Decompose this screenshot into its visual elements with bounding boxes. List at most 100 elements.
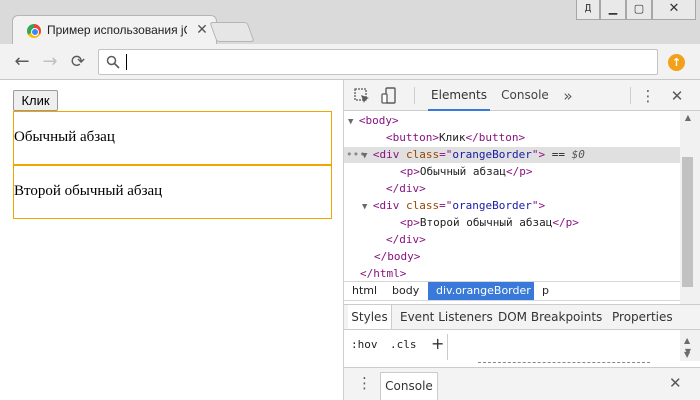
dom-tree: ▼ <body> <button>Клик</button> ••• ▼ <div c… [344,111,680,281]
tab-title: Пример использования jQuery [47,23,187,37]
minimize-button[interactable]: ▁ [600,0,626,20]
breadcrumb-html[interactable]: html [344,282,385,300]
close-drawer-icon[interactable]: ✕ [669,374,682,392]
maximize-button[interactable]: ▢ [626,0,652,20]
console-drawer: ⋮ Console ✕ [344,367,700,400]
dom-token: =" [439,199,453,212]
reload-icon[interactable]: ⟳ [66,50,90,74]
box-model-edge [478,362,650,363]
address-bar[interactable] [98,49,658,75]
filter-divider [447,334,448,360]
expand-triangle-icon[interactable]: ▼ [348,117,359,127]
device-toolbar-icon[interactable] [380,86,400,106]
dom-node-markup: ▼ <body> [348,113,399,130]
scroll-up-icon[interactable]: ▲ [684,336,690,345]
dom-token: Обычный абзац [419,165,506,178]
dom-tree-node[interactable]: <p>Обычный абзац</p> [344,164,680,180]
chrome-favicon-icon [27,24,41,38]
styles-tabbar: Styles Event Listeners DOM Breakpoints P… [344,304,700,330]
dom-token: Клик [438,131,466,144]
dom-token: <p> [400,216,420,229]
dom-node-markup: </html> [360,266,406,281]
dom-tree-node[interactable]: ▼ <div class="orangeBorder"> [344,198,680,214]
dom-token: class [405,199,440,212]
tab-properties[interactable]: Properties [612,305,673,329]
inspect-element-icon[interactable] [352,86,372,106]
paragraph-2: Второй обычный абзац [14,183,163,199]
page-viewport: Клик Обычный абзац Второй обычный абзац [0,80,344,400]
dom-node-markup: <p>Второй обычный абзац</p> [400,215,579,231]
dom-token: </div> [386,182,426,195]
dom-token: "> [531,199,546,212]
dom-tree-node[interactable]: </div> [344,232,680,248]
search-icon [106,55,120,69]
dom-token: <div [372,148,406,161]
scroll-down-icon[interactable]: ▼ [684,350,690,359]
dom-tree-node[interactable]: </div> [344,181,680,197]
tab-styles[interactable]: Styles [348,305,392,329]
dom-node-markup: <button>Клик</button> [386,130,525,146]
address-input[interactable] [125,53,645,71]
close-devtools-icon[interactable]: ✕ [667,86,687,106]
dom-token: </html> [360,267,407,280]
extension-update-icon[interactable]: ↑ [668,54,685,71]
toolbar-divider [630,87,631,104]
dom-node-markup: </body> [374,249,420,265]
dom-node-markup: </div> [386,232,426,248]
scroll-up-icon[interactable]: ▲ [683,113,693,122]
expand-triangle-icon[interactable]: ▼ [362,151,373,161]
dom-token: =" [439,148,453,161]
back-arrow-icon[interactable]: ← [10,50,34,74]
class-toggle[interactable]: .cls [390,338,417,351]
dom-tree-node[interactable]: <button>Клик</button> [344,130,680,146]
scrollbar-thumb[interactable] [682,157,693,287]
text-caret [126,54,127,70]
dom-token: <body> [358,114,399,127]
dom-token: </body> [374,250,421,263]
dom-node-markup: ▼ <div class="orangeBorder"> [362,198,545,215]
drawer-menu-icon[interactable]: ⋮ [357,374,372,392]
close-window-button[interactable]: ✕ [652,0,696,20]
dom-node-markup: <p>Обычный абзац</p> [400,164,532,180]
devtools-toolbar: Elements Console » ⋮ ✕ [344,80,700,111]
tab-event-listeners[interactable]: Event Listeners [400,305,493,329]
dom-token: == [545,148,572,161]
more-tabs-icon[interactable]: » [560,86,576,106]
forward-arrow-icon[interactable]: → [38,50,62,74]
dom-node-markup: </div> [386,181,426,197]
dom-tree-node[interactable]: ▼ <body> [344,113,680,129]
expand-triangle-icon[interactable]: ▼ [362,202,373,212]
dom-node-markup: ▼ <div class="orangeBorder"> == $0 [362,147,585,164]
dom-token: $0 [571,148,585,161]
tab-dom-breakpoints[interactable]: DOM Breakpoints [498,305,602,329]
styles-pane: :hov .cls + [344,330,680,366]
hover-state-toggle[interactable]: :hov [351,338,378,351]
dom-token: orangeBorder [452,148,532,161]
dom-token: "> [531,148,546,161]
dom-tree-node[interactable]: <p>Второй обычный абзац</p> [344,215,680,231]
browser-toolbar: ← → ⟳ ↑ [0,44,700,80]
browser-tab[interactable]: Пример использования jQuery ✕ [12,15,217,44]
dom-token: </div> [386,233,426,246]
breadcrumb-div-selected[interactable]: div.orangeBorder [428,282,534,300]
orange-border-box-1: Обычный абзац [13,111,332,165]
dom-tree-node[interactable]: </html> [344,266,680,281]
paragraph-1: Обычный абзац [14,129,115,145]
kebab-menu-icon[interactable]: ⋮ [638,86,658,106]
tab-console[interactable]: Console [496,80,554,111]
orange-border-box-2: Второй обычный абзац [13,165,332,219]
element-breadcrumbs: html body div.orangeBorder p [344,281,680,301]
tab-elements[interactable]: Elements [428,80,490,111]
new-style-rule-button[interactable]: + [431,334,444,353]
dom-token: <button> [386,131,439,144]
breadcrumb-body[interactable]: body [384,282,427,300]
user-profile-button[interactable]: Д [576,0,600,20]
breadcrumb-p[interactable]: p [534,282,557,300]
drawer-tab-console[interactable]: Console [380,372,438,400]
dom-tree-node[interactable]: </body> [344,249,680,265]
dom-tree-node[interactable]: ••• ▼ <div class="orangeBorder"> == $0 [344,147,680,163]
new-tab-button[interactable] [209,22,255,42]
dom-token: Второй обычный абзац [419,216,553,229]
close-icon[interactable]: ✕ [194,22,210,38]
click-button[interactable]: Клик [13,90,58,111]
